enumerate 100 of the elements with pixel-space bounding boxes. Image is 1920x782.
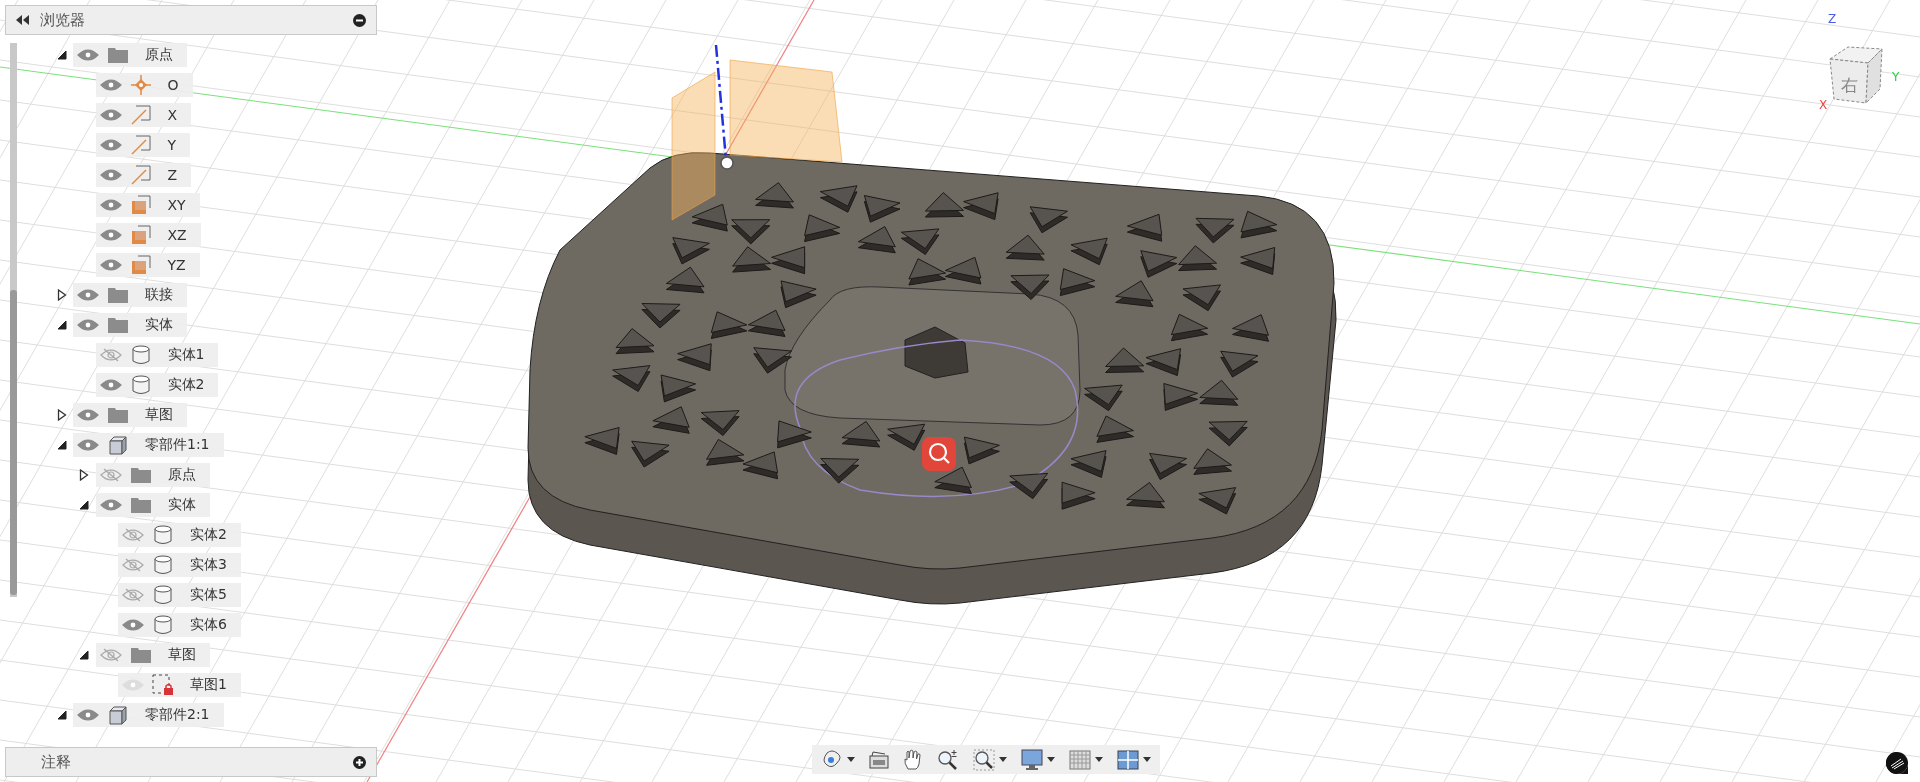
tree-item[interactable]: 实体5 (118, 583, 241, 607)
tree-item[interactable]: Y (95, 133, 191, 157)
eye-icon[interactable] (77, 318, 99, 332)
tree-item-label: 实体5 (189, 586, 228, 604)
eye-icon[interactable] (77, 288, 99, 302)
eye-icon[interactable] (77, 48, 99, 62)
tree-item[interactable]: YZ (95, 253, 200, 277)
monitor-icon (1021, 748, 1043, 771)
tree-item-label: 草图 (144, 406, 174, 424)
folder-icon (108, 317, 128, 333)
minus-circle-icon[interactable] (353, 13, 366, 27)
tree-item[interactable]: XZ (95, 223, 201, 247)
tree-item[interactable]: 实体 (95, 493, 210, 517)
eye-icon[interactable] (99, 228, 122, 242)
expand-arrow-icon[interactable] (79, 499, 89, 511)
hidden-eye-icon[interactable] (99, 348, 122, 362)
tree-item[interactable]: 草图 (95, 643, 210, 667)
eye-icon[interactable] (77, 708, 99, 722)
tree-item[interactable]: 联接 (73, 283, 187, 307)
folder-icon (108, 407, 128, 423)
expand-arrow-icon[interactable] (56, 319, 67, 331)
scrollbar-thumb[interactable] (10, 290, 17, 595)
eye-icon[interactable] (99, 78, 122, 92)
tree-item-label: 实体6 (189, 616, 228, 634)
eye-icon[interactable] (122, 618, 144, 632)
tree-item-label: 实体 (144, 316, 174, 334)
scrollbar[interactable] (10, 43, 17, 597)
axis-label: Z (1828, 12, 1837, 26)
expand-arrow-icon[interactable] (56, 49, 67, 61)
tree-item[interactable]: 零部件2:1 (73, 703, 224, 727)
eye-icon[interactable] (77, 408, 99, 422)
tree-item[interactable]: 实体2 (95, 373, 219, 397)
axis-icon (130, 135, 151, 155)
plane-icon (130, 255, 151, 275)
plus-circle-icon[interactable] (353, 755, 366, 769)
tree-item[interactable]: 实体3 (118, 553, 241, 577)
tree-item[interactable]: O (95, 73, 193, 97)
eye-icon[interactable] (99, 108, 122, 122)
hidden-eye-icon[interactable] (122, 558, 144, 572)
cube-icon (108, 435, 128, 455)
tree-item-label: YZ (166, 257, 187, 273)
origin-point[interactable] (720, 156, 734, 170)
eye-icon[interactable] (99, 138, 122, 152)
plane-icon (130, 225, 151, 245)
axis-icon (130, 165, 151, 185)
folder-icon (130, 647, 151, 663)
camera-icon (869, 750, 889, 769)
tree-item[interactable]: 零部件1:1 (73, 433, 224, 457)
annotations-title: 注释 (41, 752, 72, 772)
eye-icon[interactable] (99, 498, 122, 512)
locked-sketch-icon (152, 674, 174, 696)
tree-item[interactable]: 实体6 (118, 613, 241, 637)
tree-item[interactable]: 实体1 (95, 343, 219, 367)
expand-arrow-icon[interactable] (56, 289, 67, 301)
tree-item[interactable]: 实体2 (118, 523, 241, 547)
cylinder-icon (153, 585, 173, 605)
expand-arrow-icon[interactable] (79, 649, 89, 661)
cylinder-icon (130, 375, 151, 395)
tree-item-label: 原点 (166, 466, 197, 484)
tree-item-label: 实体2 (166, 376, 206, 394)
eye-icon[interactable] (99, 168, 122, 182)
axis-label: X (1819, 98, 1828, 112)
eye-icon[interactable] (77, 438, 99, 452)
tree-item-label: 零部件2:1 (144, 706, 211, 724)
caret-icon (1095, 757, 1103, 762)
zoom-fit-icon (973, 748, 995, 771)
caret-icon (847, 757, 855, 762)
origin-point-icon (130, 75, 151, 95)
tree-item[interactable]: 实体 (73, 313, 187, 337)
tree-item-label: X (166, 107, 179, 123)
plane-icon (130, 195, 151, 215)
expand-arrow-icon[interactable] (79, 469, 89, 481)
eye-icon[interactable] (99, 258, 122, 272)
tree-item[interactable]: 原点 (73, 43, 187, 67)
axis-icon (130, 105, 151, 125)
browser-title: 浏览器 (40, 10, 86, 30)
hidden-eye-icon[interactable] (122, 588, 144, 602)
tree-item[interactable]: XY (95, 193, 200, 217)
zoom-icon (937, 748, 959, 771)
caret-icon (999, 757, 1007, 762)
hidden-eye-icon[interactable] (99, 468, 122, 482)
annotations-panel[interactable]: 注释 (5, 747, 377, 777)
tree-item[interactable]: 草图 (73, 403, 187, 427)
tree-item-label: 原点 (144, 46, 174, 64)
eye-icon[interactable] (99, 198, 122, 212)
tree-item[interactable]: Z (95, 163, 192, 187)
eye-icon[interactable] (99, 378, 122, 392)
hidden-eye-icon[interactable] (99, 648, 122, 662)
tree-item-label: 实体3 (189, 556, 228, 574)
hidden-eye-icon[interactable] (122, 528, 144, 542)
expand-arrow-icon[interactable] (56, 439, 67, 451)
expand-arrow-icon[interactable] (56, 409, 67, 421)
stripes-badge-icon[interactable] (1886, 752, 1908, 774)
tree-item-label: 实体1 (166, 346, 206, 364)
collapse-icon[interactable] (16, 15, 30, 25)
expand-arrow-icon[interactable] (56, 709, 67, 721)
tree-item-label: 实体2 (189, 526, 228, 544)
search-marker-icon[interactable] (922, 437, 956, 471)
tree-item[interactable]: 原点 (95, 463, 210, 487)
tree-item[interactable]: X (95, 103, 192, 127)
